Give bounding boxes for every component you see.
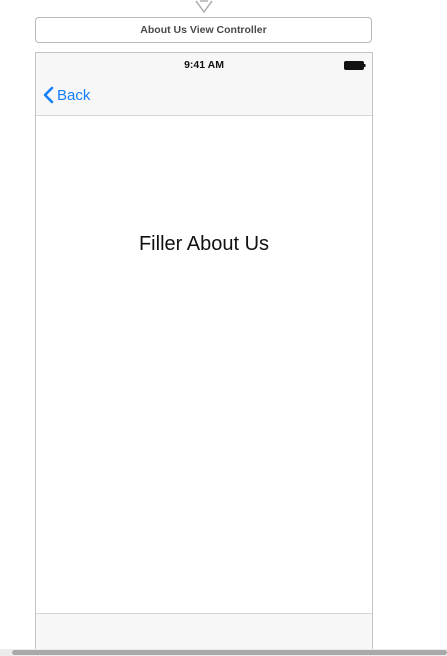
battery-icon [344,61,366,70]
segue-arrow-icon [195,0,213,14]
view-controller-scene[interactable]: 9:41 AM Back Filler About Us [35,52,373,652]
navigation-bar: 9:41 AM Back [36,53,372,116]
back-button-label: Back [57,86,91,104]
status-bar-time: 9:41 AM [184,59,224,71]
scene-title: About Us View Controller [140,24,267,36]
chevron-left-icon [43,86,54,104]
scrollbar-thumb[interactable] [12,650,447,655]
bottom-toolbar [36,613,372,652]
about-us-label: Filler About Us [138,233,270,255]
horizontal-scrollbar[interactable] [0,649,447,656]
back-button[interactable]: Back [42,85,90,105]
scene-title-bar[interactable]: About Us View Controller [35,17,372,43]
